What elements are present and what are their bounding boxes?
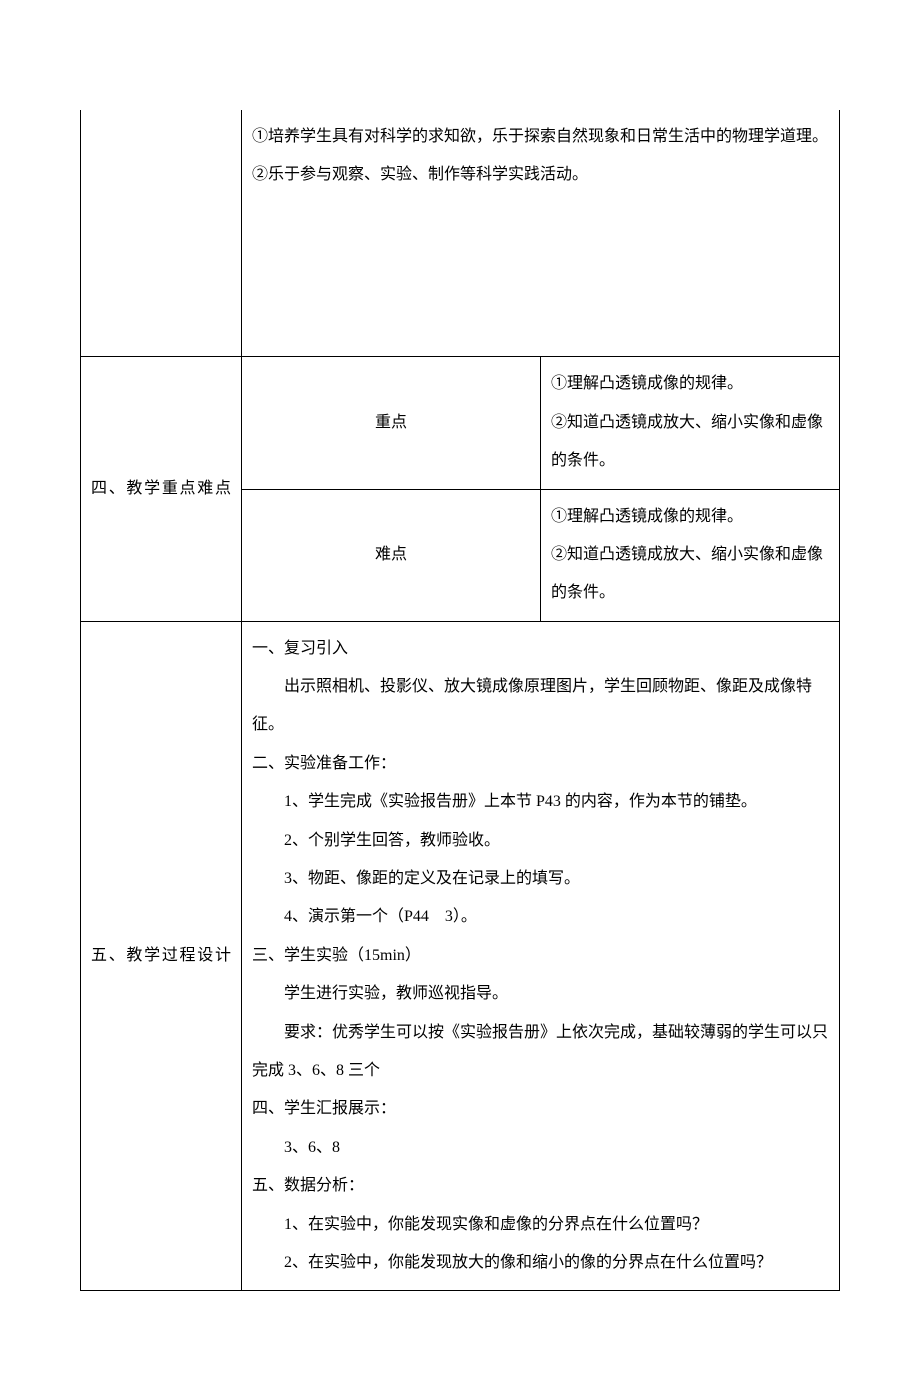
key-difficult-label: 四、教学重点难点	[81, 357, 242, 621]
section-3-item-2: 要求：优秀学生可以按《实验报告册》上依次完成，基础较薄弱的学生可以只完成 3、6…	[252, 1014, 829, 1091]
section-4-head: 四、学生汇报展示：	[252, 1090, 829, 1128]
section-5-head: 五、数据分析：	[252, 1167, 829, 1205]
section-2-item-4: 4、演示第一个（P44 3）。	[252, 898, 829, 936]
key-point-line-1: ①理解凸透镜成像的规律。	[551, 365, 829, 403]
section-3-item-1: 学生进行实验，教师巡视指导。	[252, 975, 829, 1013]
difficult-point-content: ①理解凸透镜成像的规律。 ②知道凸透镜成放大、缩小实像和虚像的条件。	[541, 489, 840, 621]
key-point-content: ①理解凸透镜成像的规律。 ②知道凸透镜成放大、缩小实像和虚像的条件。	[541, 357, 840, 489]
difficult-point-line-2: ②知道凸透镜成放大、缩小实像和虚像的条件。	[551, 536, 829, 613]
section-1-head: 一、复习引入	[252, 630, 829, 668]
section-2-item-3: 3、物距、像距的定义及在记录上的填写。	[252, 860, 829, 898]
process-design-content: 一、复习引入 出示照相机、投影仪、放大镜成像原理图片，学生回顾物距、像距及成像特…	[242, 621, 840, 1291]
section-3-head: 三、学生实验（15min）	[252, 937, 829, 975]
objective-line-2: ②乐于参与观察、实验、制作等科学实践活动。	[252, 156, 829, 194]
difficult-point-line-1: ①理解凸透镜成像的规律。	[551, 498, 829, 536]
section-4-item-1: 3、6、8	[252, 1129, 829, 1167]
section-2-head: 二、实验准备工作：	[252, 745, 829, 783]
prev-row-label-cell	[81, 110, 242, 357]
section-2-item-1: 1、学生完成《实验报告册》上本节 P43 的内容，作为本节的铺垫。	[252, 783, 829, 821]
section-2-item-2: 2、个别学生回答，教师验收。	[252, 822, 829, 860]
difficult-point-label: 难点	[242, 489, 541, 621]
section-5-item-1: 1、在实验中，你能发现实像和虚像的分界点在什么位置吗？	[252, 1206, 829, 1244]
key-point-line-2: ②知道凸透镜成放大、缩小实像和虚像的条件。	[551, 404, 829, 481]
key-point-label: 重点	[242, 357, 541, 489]
section-1-body: 出示照相机、投影仪、放大镜成像原理图片，学生回顾物距、像距及成像特征。	[252, 668, 829, 745]
process-design-label: 五、教学过程设计	[81, 621, 242, 1291]
objective-line-1: ①培养学生具有对科学的求知欲，乐于探索自然现象和日常生活中的物理学道理。	[252, 118, 829, 156]
objectives-cell: ①培养学生具有对科学的求知欲，乐于探索自然现象和日常生活中的物理学道理。 ②乐于…	[242, 110, 840, 357]
section-5-item-2: 2、在实验中，你能发现放大的像和缩小的像的分界点在什么位置吗？	[252, 1244, 829, 1282]
lesson-plan-table: ①培养学生具有对科学的求知欲，乐于探索自然现象和日常生活中的物理学道理。 ②乐于…	[80, 110, 840, 1291]
